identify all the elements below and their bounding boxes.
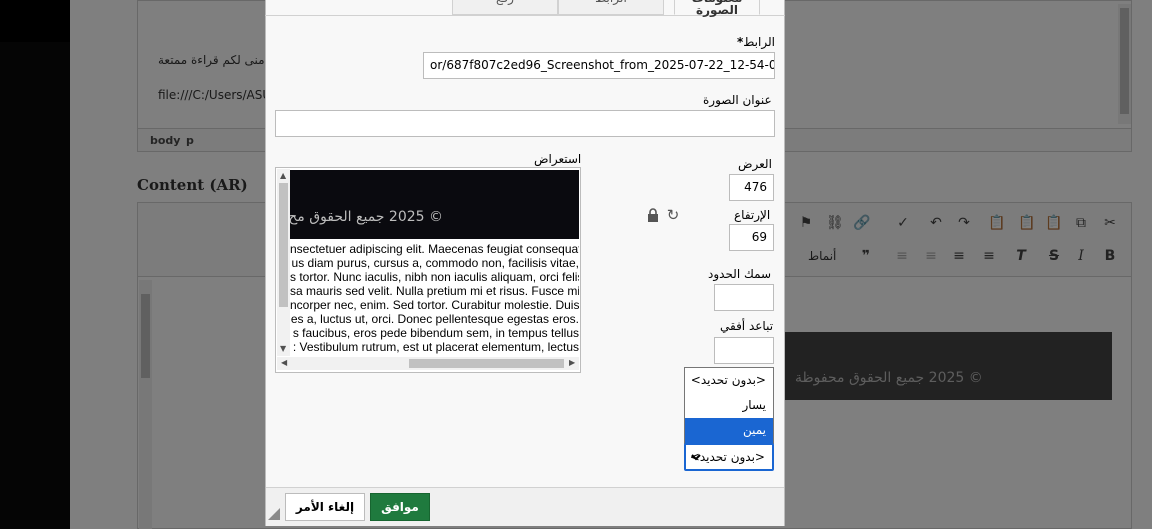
preview-text-line: sa mauris sed velit. Nulla pretium mi et… [290, 284, 579, 298]
preview-vertical-scrollbar[interactable]: ▲ ▼ [277, 169, 290, 356]
align-option-left[interactable]: يسار [685, 393, 773, 418]
border-input[interactable] [714, 284, 774, 311]
url-input[interactable]: or/687f807c2ed96_Screenshot_from_2025-07… [423, 52, 775, 79]
url-label: الرابط* [737, 35, 775, 49]
scroll-right-icon[interactable]: ▶ [569, 359, 575, 367]
scroll-down-icon[interactable]: ▼ [280, 345, 286, 353]
align-select[interactable]: <بدون تحديد> [684, 443, 774, 471]
height-input[interactable]: 69 [729, 224, 774, 251]
lock-ratio-icon[interactable] [647, 208, 659, 222]
preview-text: nsectetuer adipiscing elit. Maecenas feu… [290, 242, 579, 355]
width-input[interactable]: 476 [729, 174, 774, 201]
height-label: الإرتفاع [734, 208, 771, 222]
preview-image: © 2025 جميع الحقوق مح [290, 170, 579, 239]
preview-text-line: s faucibus, eros pede bibendum sem, in t… [292, 326, 579, 340]
chevron-down-icon [690, 449, 702, 468]
preview-text-line: ncorper nec, enim. Sed tortor. Curabitur… [290, 298, 579, 312]
preview-label: استعراض [534, 152, 582, 166]
preview-text-line: : Vestibulum rutrum, est ut placerat ele… [292, 340, 579, 354]
align-option-right[interactable]: يمين [685, 418, 773, 443]
preview-image-text: © 2025 جميع الحقوق مح [290, 209, 443, 225]
scroll-up-icon[interactable]: ▲ [280, 172, 286, 180]
preview-text-line: s tortor. Nunc iaculis, nibh non iaculis… [290, 270, 579, 284]
ok-button[interactable]: موافق [370, 493, 430, 521]
reset-size-icon[interactable]: ↻ [666, 207, 680, 223]
preview-text-line: us diam purus, cursus a, commodo non, fa… [291, 256, 579, 270]
scroll-left-icon[interactable]: ◀ [281, 359, 287, 367]
width-label: العرض [738, 157, 772, 171]
tab-image-info[interactable]: معلومات الصورة [674, 0, 760, 16]
tab-upload[interactable]: رفع [452, 0, 558, 15]
cancel-button[interactable]: إلغاء الأمر [285, 493, 365, 521]
dialog-tabs: معلومات الصورة الرابط رفع [265, 0, 785, 16]
resize-grip-icon[interactable] [268, 508, 280, 520]
preview-horizontal-scrollbar[interactable]: ◀ ▶ [277, 357, 579, 370]
hspace-input[interactable] [714, 337, 774, 364]
alt-label: عنوان الصورة [703, 93, 772, 107]
preview-text-line: nsectetuer adipiscing elit. Maecenas feu… [290, 242, 579, 256]
hspace-label: تباعد أفقي [720, 319, 774, 333]
align-option-none[interactable]: <بدون تحديد> [685, 368, 773, 393]
preview-text-line: es a, luctus ut, orci. Donec pellentesqu… [290, 312, 579, 326]
alt-input[interactable] [275, 110, 775, 137]
align-options-list: <بدون تحديد> يسار يمين [684, 367, 774, 444]
border-label: سمك الحدود [708, 267, 772, 281]
tab-link[interactable]: الرابط [558, 0, 664, 15]
preview-box: © 2025 جميع الحقوق مح nsectetuer adipisc… [275, 167, 581, 373]
